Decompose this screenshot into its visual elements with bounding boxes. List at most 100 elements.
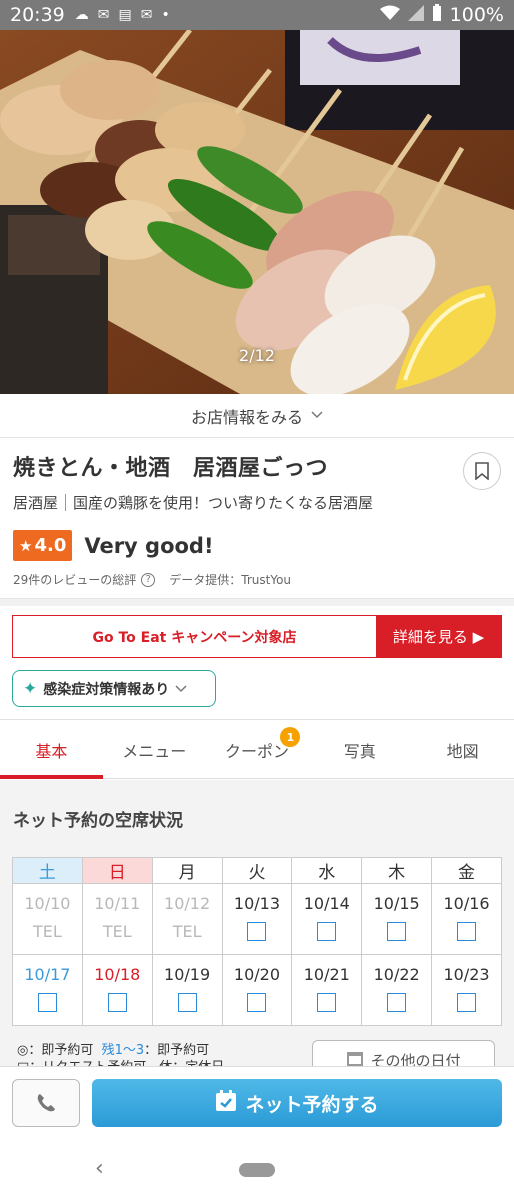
tab-label: クーポン: [224, 741, 289, 761]
bottom-action-bar: ネット予約する: [0, 1066, 514, 1140]
home-pill[interactable]: [239, 1162, 275, 1177]
cloud-icon: ☁: [74, 7, 89, 23]
dot-icon: •: [161, 7, 170, 23]
day-status: TEL: [172, 922, 202, 941]
news-icon: ▤: [118, 7, 132, 23]
tab-basic[interactable]: 基本: [0, 721, 103, 779]
calendar-day[interactable]: 10/15: [361, 883, 433, 955]
help-icon[interactable]: ?: [141, 572, 156, 587]
net-reserve-label: ネット予約する: [245, 1093, 379, 1116]
calendar-day[interactable]: 10/21: [291, 954, 363, 1026]
review-summary: 29件のレビューの総評: [13, 573, 137, 587]
phone-icon: [37, 1094, 55, 1112]
mail-icon: ✉: [140, 7, 153, 23]
photo-counter: 2/12: [239, 346, 275, 365]
weekday-header: 金: [431, 857, 502, 884]
weekday-header: 土: [12, 857, 83, 884]
day-status: TEL: [102, 922, 132, 941]
calendar-day[interactable]: 10/19: [151, 954, 223, 1026]
campaign-label: Go To Eat キャンペーン対象店: [92, 629, 297, 646]
request-available-icon: [362, 922, 431, 945]
calendar-day[interactable]: 10/22: [361, 954, 433, 1026]
campaign-details-button[interactable]: 詳細を見る ▶: [376, 616, 501, 657]
day-date: 10/13: [233, 894, 280, 913]
hero-photo[interactable]: 2/12: [0, 30, 514, 394]
calendar-day[interactable]: 10/13: [221, 883, 293, 955]
call-button[interactable]: [12, 1079, 80, 1127]
calendar-day[interactable]: 10/20: [221, 954, 293, 1026]
legend-remaining: 残1〜3: [101, 1043, 145, 1058]
calendar-day[interactable]: 10/16: [431, 883, 502, 955]
day-date: 10/17: [24, 965, 71, 984]
legend-instant: ◎：即予約可: [17, 1043, 94, 1058]
back-icon[interactable]: ‹: [95, 1156, 104, 1181]
weekday-header: 木: [361, 857, 433, 884]
tab-map[interactable]: 地図: [411, 721, 514, 778]
chevron-down-icon: [311, 408, 323, 423]
net-reserve-button[interactable]: ネット予約する: [92, 1079, 502, 1127]
availability-calendar: 土 日 月 火 水 木 金 10/10 TEL 10/11 TEL 10/12 TEL…: [12, 857, 502, 1026]
calendar-day[interactable]: 10/23: [431, 954, 502, 1026]
availability-title: ネット予約の空席状況: [13, 811, 183, 831]
calendar-day[interactable]: 10/17: [12, 954, 83, 1026]
signal-icon: [407, 4, 424, 26]
star-icon: ★: [19, 536, 33, 555]
yakitori-photo: [0, 30, 514, 394]
rating-badge: ★ 4.0: [13, 530, 73, 561]
weekday-header: 月: [151, 857, 223, 884]
rating-row: ★ 4.0 Very good!: [13, 530, 214, 561]
day-date: 10/10: [24, 894, 71, 913]
calendar-day[interactable]: 10/18: [81, 954, 153, 1026]
request-available-icon: [362, 993, 431, 1016]
request-available-icon: [153, 993, 222, 1016]
day-date: 10/22: [373, 965, 420, 984]
gmail-icon: ✉: [97, 7, 110, 23]
battery-level: 100%: [449, 4, 504, 26]
shop-tagline: 国産の鶏豚を使用！つい寄りたくなる居酒屋: [73, 494, 374, 512]
day-date: 10/21: [303, 965, 350, 984]
shop-genre-row: 居酒屋 国産の鶏豚を使用！つい寄りたくなる居酒屋: [13, 492, 373, 513]
calendar-day: 10/10 TEL: [12, 883, 83, 955]
wifi-icon: [379, 4, 400, 26]
tab-bar: 基本 メニュー クーポン 1 写真 地図: [0, 721, 514, 779]
calendar-day: 10/11 TEL: [81, 883, 153, 955]
calendar-day[interactable]: 10/14: [291, 883, 363, 955]
weekday-header: 水: [291, 857, 363, 884]
campaign-banner: Go To Eat キャンペーン対象店 詳細を見る ▶: [12, 615, 502, 658]
request-available-icon: [432, 993, 501, 1016]
bookmark-button[interactable]: [463, 452, 501, 490]
bookmark-icon: [475, 462, 489, 480]
legend-remaining-desc: ：即予約可: [144, 1043, 210, 1058]
weekday-header: 火: [221, 857, 293, 884]
day-date: 10/20: [233, 965, 280, 984]
tab-label: 基本: [35, 741, 68, 761]
day-status: TEL: [33, 922, 62, 941]
day-date: 10/11: [94, 894, 141, 913]
clock: 20:39: [10, 4, 65, 26]
data-provider: データ提供：TrustYou: [169, 573, 292, 587]
weekday-header: 日: [81, 857, 153, 884]
request-available-icon: [432, 922, 501, 945]
divider: [0, 719, 514, 720]
sparkle-icon: ✦: [23, 678, 38, 699]
day-date: 10/12: [164, 894, 211, 913]
tab-label: 写真: [343, 741, 376, 761]
tab-coupon[interactable]: クーポン 1: [206, 721, 309, 778]
covid-info-button[interactable]: ✦ 感染症対策情報あり: [12, 670, 216, 707]
battery-icon: [432, 3, 442, 27]
tab-label: メニュー: [122, 741, 187, 761]
tab-photos[interactable]: 写真: [308, 721, 411, 778]
day-date: 10/14: [303, 894, 350, 913]
rating-value: 4.0: [34, 535, 67, 556]
chevron-down-icon: [175, 682, 187, 696]
shop-info-toggle-label: お店情報をみる: [190, 407, 303, 427]
rating-label: Very good!: [84, 533, 214, 558]
shop-info-toggle[interactable]: お店情報をみる: [0, 394, 514, 438]
tab-menu[interactable]: メニュー: [103, 721, 206, 778]
system-nav-bar: ‹: [0, 1140, 514, 1199]
shop-name: 焼きとん・地酒 居酒屋ごっつ: [13, 456, 329, 481]
coupon-count-badge: 1: [280, 727, 301, 747]
day-date: 10/16: [443, 894, 490, 913]
shop-genre: 居酒屋: [13, 494, 59, 512]
day-date: 10/19: [164, 965, 211, 984]
